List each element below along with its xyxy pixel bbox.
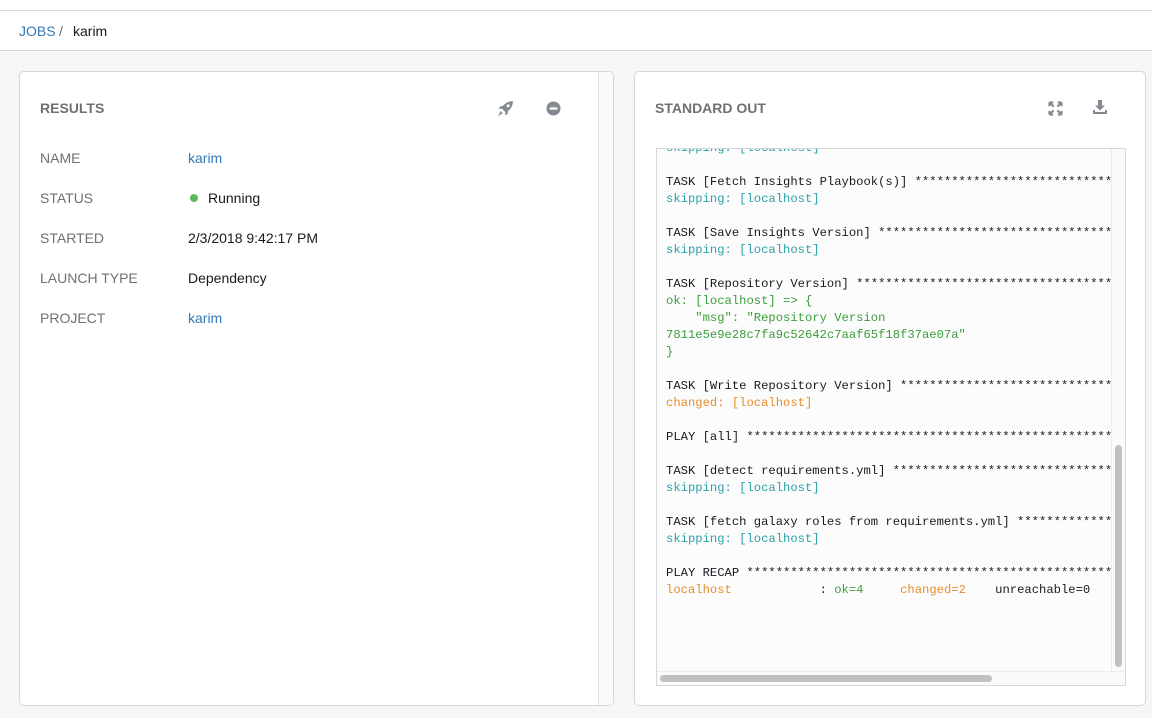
rocket-icon[interactable] (495, 98, 515, 118)
stdout-line: TASK [Fetch Insights Playbook(s)] ******… (666, 175, 1111, 189)
stdout-line: TASK [fetch galaxy roles from requiremen… (666, 515, 1111, 529)
stdout-line: PLAY [all] *****************************… (666, 430, 1111, 444)
recap-changed: changed=2 (900, 583, 966, 597)
stdout-horizontal-scrollbar[interactable] (657, 671, 1125, 685)
stdout-output[interactable]: skipping: [localhost] TASK [Fetch Insight… (656, 148, 1126, 686)
detail-label-started: STARTED (40, 230, 105, 246)
stdout-line: skipping: [localhost] (666, 148, 820, 155)
recap-spacing (864, 583, 901, 597)
stdout-line: ok: [localhost] => { (666, 294, 813, 308)
stdout-line: "msg": "Repository Version (666, 311, 886, 325)
results-scrollbar[interactable] (598, 72, 613, 705)
stdout-line: TASK [Repository Version] **************… (666, 277, 1111, 291)
minus-circle-icon[interactable] (543, 98, 563, 118)
recap-host: localhost (666, 583, 732, 597)
standard-out-title: STANDARD OUT (655, 100, 766, 116)
breadcrumb: JOBS / karim (0, 11, 1152, 51)
recap-unreachable: unreachable=0 (995, 583, 1091, 597)
stdout-line (666, 497, 1111, 514)
results-panel: RESULTS NAME karim STATUS Running STARTE… (19, 71, 614, 706)
stdout-line (666, 157, 1111, 174)
status-running-icon (190, 194, 198, 202)
stdout-line: 7811e5e9e28c7fa9c52642c7aaf65f18f37ae07a… (666, 328, 966, 342)
detail-label-launch-type: LAUNCH TYPE (40, 270, 138, 286)
stdout-line: } (666, 345, 674, 359)
download-icon[interactable] (1090, 97, 1110, 117)
recap-spacing (732, 583, 820, 597)
breadcrumb-separator: / (59, 23, 63, 39)
detail-label-status: STATUS (40, 190, 94, 206)
breadcrumb-current: karim (73, 23, 108, 39)
status-text: Running (208, 190, 261, 206)
stdout-line (666, 208, 1111, 225)
stdout-line (666, 361, 1111, 378)
stdout-line: TASK [detect requirements.yml] *********… (666, 464, 1111, 478)
recap-ok: ok=4 (834, 583, 864, 597)
detail-label-project: PROJECT (40, 310, 106, 326)
stdout-line: TASK [Save Insights Version] ***********… (666, 226, 1111, 240)
stdout-line: skipping: [localhost] (666, 532, 820, 546)
recap-separator: : (819, 583, 835, 597)
project-link[interactable]: karim (188, 310, 222, 326)
stdout-line: skipping: [localhost] (666, 481, 820, 495)
stdout-line (666, 259, 1111, 276)
stdout-line (666, 412, 1111, 429)
status-value: Running (190, 190, 260, 206)
breadcrumb-jobs-link[interactable]: JOBS (19, 23, 56, 39)
stdout-line: localhost : ok=4 changed=2 unreachable=0 (666, 582, 1111, 599)
expand-icon[interactable] (1045, 98, 1065, 118)
recap-spacing (966, 583, 995, 597)
job-name-link[interactable]: karim (188, 150, 222, 166)
stdout-vertical-scrollbar[interactable] (1111, 149, 1125, 673)
top-bar (0, 0, 1152, 11)
stdout-horizontal-scroll-thumb[interactable] (660, 675, 992, 682)
detail-label-name: NAME (40, 150, 81, 166)
stdout-line (666, 548, 1111, 565)
stdout-line: skipping: [localhost] (666, 192, 820, 206)
results-title: RESULTS (40, 100, 105, 116)
stdout-lines: skipping: [localhost] TASK [Fetch Insight… (666, 148, 1111, 599)
stdout-line (666, 446, 1111, 463)
launch-type-value: Dependency (188, 270, 267, 286)
started-value: 2/3/2018 9:42:17 PM (188, 230, 318, 246)
standard-out-panel: STANDARD OUT skipping: [localhost] TASK [… (634, 71, 1146, 706)
stdout-line: changed: [localhost] (666, 396, 813, 410)
stdout-line: TASK [Write Repository Version] ********… (666, 379, 1111, 393)
stdout-vertical-scroll-thumb[interactable] (1115, 445, 1122, 667)
stdout-line: PLAY RECAP *****************************… (666, 566, 1111, 580)
stdout-line: skipping: [localhost] (666, 243, 820, 257)
